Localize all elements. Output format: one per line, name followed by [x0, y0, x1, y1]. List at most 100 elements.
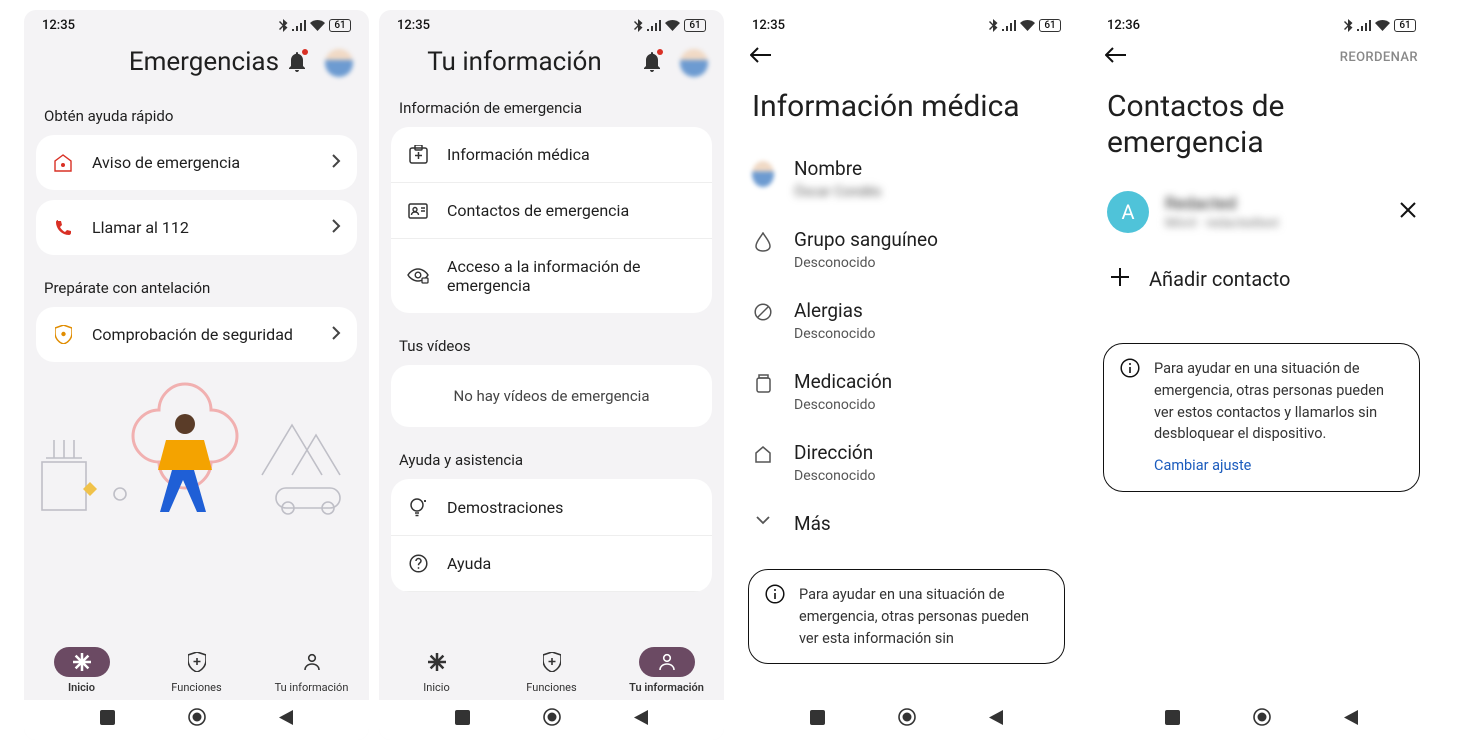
row-grupo-sanguineo[interactable]: Grupo sanguíneo Desconocido: [734, 214, 1079, 285]
close-icon: [1400, 202, 1416, 218]
phone-icon: [52, 219, 74, 236]
shield-plus-icon: [524, 647, 580, 677]
field-value: Desconocido: [794, 468, 1061, 484]
system-nav: [1089, 700, 1434, 740]
bell-icon: [287, 50, 307, 72]
nav-funciones[interactable]: Funciones: [139, 645, 254, 696]
status-bar: 12:35 61: [379, 10, 724, 37]
nav-tuinfo[interactable]: Tu información: [254, 645, 369, 696]
row-emergency-access[interactable]: Acceso a la información de emergencia: [391, 239, 712, 313]
recent-apps-button[interactable]: [1165, 710, 1180, 729]
row-label: Comprobación de seguridad: [92, 325, 314, 344]
nav-label: Tu información: [275, 681, 349, 694]
row-emergency-alert[interactable]: Aviso de emergencia: [36, 135, 357, 190]
bell-icon: [642, 50, 662, 72]
plus-icon: [1111, 267, 1129, 291]
nav-label: Inicio: [423, 681, 449, 694]
notice-box: Para ayudar en una situación de emergenc…: [748, 569, 1065, 664]
card-emergency-alert: Aviso de emergencia: [36, 135, 357, 190]
row-call-112[interactable]: Llamar al 112: [36, 200, 357, 255]
nav-inicio[interactable]: Inicio: [379, 645, 494, 696]
change-setting-link[interactable]: Cambiar ajuste: [1154, 455, 1403, 477]
back-button[interactable]: [1344, 710, 1358, 729]
asterisk-icon: [54, 647, 110, 677]
page-title: Tu información: [395, 48, 634, 78]
profile-avatar[interactable]: [325, 49, 353, 77]
bottom-nav: Inicio Funciones Tu información: [379, 639, 724, 700]
row-medical-info[interactable]: Información médica: [391, 127, 712, 183]
home-button[interactable]: [543, 708, 561, 730]
illustration: [24, 380, 369, 515]
nav-funciones[interactable]: Funciones: [494, 645, 609, 696]
wifi-icon: [1020, 20, 1035, 31]
row-label: Contactos de emergencia: [447, 201, 696, 220]
lightbulb-icon: [407, 497, 429, 517]
medical-badge-icon: [407, 145, 429, 164]
notifications-button[interactable]: [287, 50, 307, 76]
notice-text: Para ayudar en una situación de emergenc…: [1154, 360, 1384, 442]
field-label: Alergias: [794, 299, 1061, 322]
nav-tuinfo[interactable]: Tu información: [609, 645, 724, 696]
status-time: 12:35: [42, 18, 75, 33]
row-alergias[interactable]: Alergias Desconocido: [734, 285, 1079, 356]
status-indicators: 61: [989, 19, 1061, 32]
notifications-button[interactable]: [642, 50, 662, 76]
row-safety-check[interactable]: Comprobación de seguridad: [36, 307, 357, 362]
home-button[interactable]: [188, 708, 206, 730]
signal-icon: [292, 20, 306, 31]
recent-apps-button[interactable]: [810, 710, 825, 729]
home-button[interactable]: [1253, 708, 1271, 730]
field-value: Desconocido: [794, 255, 1061, 271]
nav-label: Tu información: [629, 681, 704, 694]
content: Nombre Óscar Condés Grupo sanguíneo Desc…: [734, 143, 1079, 700]
recent-apps-button[interactable]: [100, 710, 115, 729]
contact-item[interactable]: A Redacted Móvil · redactedtext: [1089, 179, 1434, 245]
help-icon: [407, 554, 429, 573]
chevron-right-icon: [332, 218, 341, 237]
home-button[interactable]: [898, 708, 916, 730]
back-button[interactable]: [634, 710, 648, 729]
back-button[interactable]: [750, 47, 772, 67]
profile-avatar[interactable]: [680, 49, 708, 77]
bottom-nav: Inicio Funciones Tu información: [24, 639, 369, 700]
row-emergency-contacts[interactable]: Contactos de emergencia: [391, 183, 712, 239]
content: Información de emergencia Información mé…: [379, 93, 724, 639]
row-medicacion[interactable]: Medicación Desconocido: [734, 356, 1079, 427]
status-indicators: 61: [279, 19, 351, 32]
system-nav: [734, 700, 1079, 740]
back-button[interactable]: [279, 710, 293, 729]
status-indicators: 61: [1344, 19, 1416, 32]
contact-sub: Móvil · redactedtext: [1165, 216, 1384, 231]
nav-inicio[interactable]: Inicio: [24, 645, 139, 696]
nav-label: Funciones: [171, 681, 221, 694]
recent-apps-button[interactable]: [455, 710, 470, 729]
wifi-icon: [1375, 20, 1390, 31]
field-value: Desconocido: [794, 397, 1061, 413]
row-help[interactable]: Ayuda: [391, 536, 712, 592]
status-time: 12:35: [397, 18, 430, 33]
row-demos[interactable]: Demostraciones: [391, 479, 712, 536]
row-direccion[interactable]: Dirección Desconocido: [734, 427, 1079, 498]
signal-icon: [1357, 20, 1371, 31]
page-title: Contactos de emergencia: [1089, 77, 1434, 179]
battery-indicator: 61: [684, 19, 706, 32]
not-allowed-icon: [752, 299, 774, 321]
avatar-icon: [752, 157, 774, 187]
add-contact-button[interactable]: Añadir contacto: [1089, 245, 1434, 313]
bluetooth-icon: [989, 19, 998, 32]
section-label: Ayuda y asistencia: [391, 437, 712, 479]
reorder-button[interactable]: REORDENAR: [1340, 50, 1418, 65]
row-mas[interactable]: Más: [734, 498, 1079, 549]
back-button[interactable]: [1105, 47, 1127, 67]
battery-indicator: 61: [1394, 19, 1416, 32]
chevron-right-icon: [332, 325, 341, 344]
row-nombre[interactable]: Nombre Óscar Condés: [734, 143, 1079, 214]
section-label: Prepárate con antelación: [36, 265, 357, 307]
remove-contact-button[interactable]: [1400, 202, 1416, 222]
home-icon: [752, 441, 774, 463]
row-label: Ayuda: [447, 554, 696, 573]
content: Obtén ayuda rápido Aviso de emergencia L…: [24, 93, 369, 639]
card-safety-check: Comprobación de seguridad: [36, 307, 357, 362]
info-icon: [765, 584, 785, 649]
back-button[interactable]: [989, 710, 1003, 729]
